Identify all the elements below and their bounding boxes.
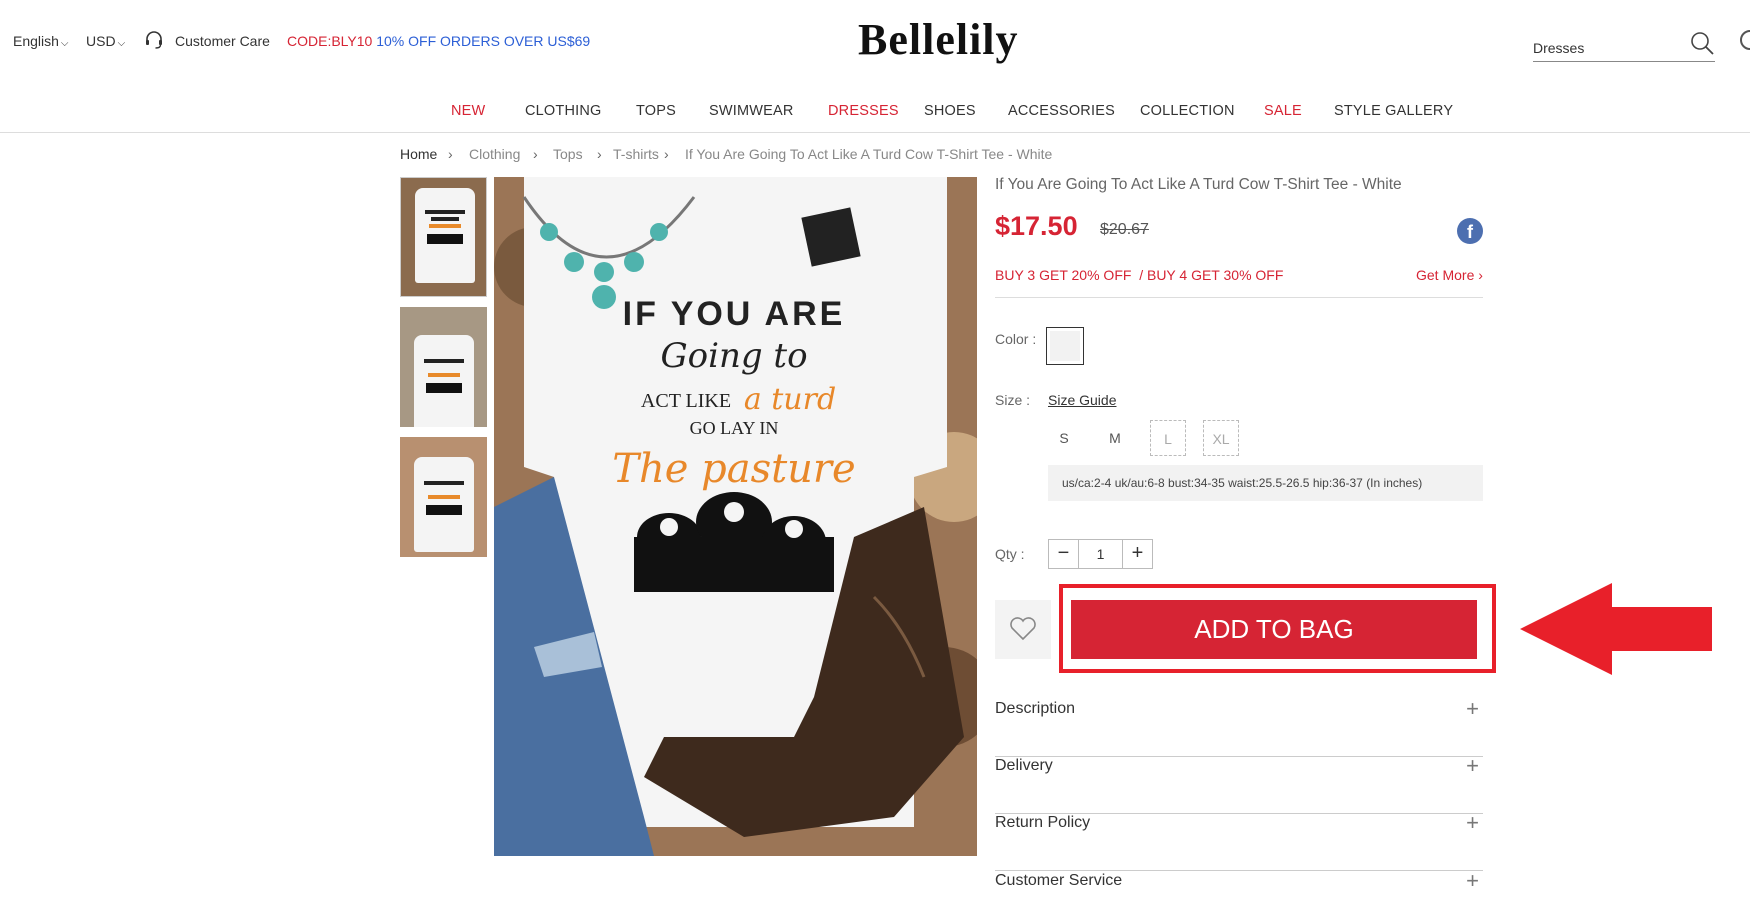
accordion-title: Description: [995, 700, 1076, 717]
breadcrumb-current: If You Are Going To Act Like A Turd Cow …: [685, 146, 1053, 162]
qty-input[interactable]: [1079, 540, 1122, 568]
nav-item-collection[interactable]: COLLECTION: [1140, 103, 1235, 119]
size-option-xl[interactable]: XL: [1203, 420, 1239, 456]
language-label: English: [13, 33, 59, 49]
accordion-customer-service[interactable]: Customer Service +: [995, 868, 1483, 898]
search-input[interactable]: [1533, 36, 1683, 60]
original-price: $20.67: [1100, 221, 1149, 238]
nav-item-accessories[interactable]: ACCESSORIES: [1008, 103, 1115, 119]
shirt-print-icon: [424, 359, 464, 393]
annotation-arrow-icon: [1520, 583, 1712, 675]
thumbnail-3[interactable]: [400, 437, 487, 557]
bundle-offer: BUY 3 GET 20% OFF / BUY 4 GET 30% OFF: [995, 267, 1284, 283]
size-option-l[interactable]: L: [1150, 420, 1186, 456]
plus-icon: +: [1466, 696, 1479, 721]
qty-label: Qty :: [995, 546, 1025, 562]
promo-banner[interactable]: CODE:BLY10 10% OFF ORDERS OVER US$69: [287, 33, 590, 49]
search-icon[interactable]: [1689, 30, 1715, 56]
print-line-1: IF YOU ARE: [623, 295, 846, 333]
size-measurements: us/ca:2-4 uk/au:6-8 bust:34-35 waist:25.…: [1048, 465, 1483, 501]
nav-item-dresses[interactable]: DRESSES: [828, 103, 899, 119]
nav-item-swimwear[interactable]: SWIMWEAR: [709, 103, 794, 119]
plus-icon: +: [1466, 810, 1479, 835]
accordion-title: Delivery: [995, 757, 1053, 774]
facebook-icon[interactable]: f: [1457, 218, 1483, 244]
wishlist-button[interactable]: [995, 600, 1051, 659]
promo-code: CODE:BLY10: [287, 33, 373, 49]
account-icon[interactable]: [1740, 30, 1750, 50]
chevron-right-icon: ›: [1478, 267, 1483, 283]
product-photo: IF YOU ARE Going to ACT LIKE a turd GO L…: [494, 177, 977, 856]
thumbnail-2[interactable]: [400, 307, 487, 427]
print-line-3a: ACT LIKE: [641, 390, 731, 412]
accordion-title: Customer Service: [995, 872, 1123, 889]
size-option-s[interactable]: S: [1046, 420, 1082, 456]
plus-icon: +: [1466, 753, 1479, 778]
get-more-label: Get More: [1416, 267, 1475, 283]
qty-increase-button[interactable]: +: [1122, 540, 1152, 568]
accordion-description[interactable]: Description +: [995, 696, 1483, 757]
nav-item-clothing[interactable]: CLOTHING: [525, 103, 602, 119]
breadcrumb-tops[interactable]: Tops: [553, 146, 583, 162]
current-price: $17.50: [995, 211, 1078, 241]
shirt-print-icon: [424, 481, 464, 515]
promo-text: 10% OFF ORDERS OVER US$69: [376, 33, 591, 49]
chevron-right-icon: ›: [664, 146, 669, 162]
get-more-link[interactable]: Get More ›: [1416, 267, 1483, 283]
customer-care-link[interactable]: Customer Care: [175, 33, 270, 49]
chevron-right-icon: ›: [448, 146, 453, 162]
print-line-5: The pasture: [612, 446, 855, 492]
currency-label: USD: [86, 33, 116, 49]
main-nav: NEW CLOTHING TOPS SWIMWEAR DRESSES SHOES…: [0, 100, 1750, 133]
divider: [995, 297, 1483, 298]
heart-icon: [1010, 617, 1036, 641]
size-guide-link[interactable]: Size Guide: [1048, 392, 1116, 408]
plus-icon: +: [1466, 868, 1479, 893]
breadcrumb-tshirts[interactable]: T-shirts: [613, 146, 659, 162]
accordion-title: Return Policy: [995, 814, 1091, 831]
language-selector[interactable]: English ⌵: [13, 33, 69, 49]
breadcrumb-clothing[interactable]: Clothing: [469, 146, 520, 162]
headset-icon: [146, 31, 162, 49]
main-product-image[interactable]: IF YOU ARE Going to ACT LIKE a turd GO L…: [494, 177, 977, 856]
accordion-delivery[interactable]: Delivery +: [995, 753, 1483, 814]
nav-item-new[interactable]: NEW: [451, 103, 485, 119]
color-swatch-white[interactable]: [1046, 327, 1084, 365]
nav-item-shoes[interactable]: SHOES: [924, 103, 976, 119]
color-label: Color :: [995, 331, 1037, 347]
print-line-3b: a turd: [744, 382, 836, 417]
breadcrumb-home[interactable]: Home: [400, 146, 437, 162]
size-option-m[interactable]: M: [1097, 420, 1133, 456]
thumbnail-1[interactable]: [400, 177, 487, 297]
chevron-right-icon: ›: [533, 146, 538, 162]
qty-decrease-button[interactable]: −: [1049, 540, 1079, 568]
chevron-down-icon: ⌵: [117, 38, 126, 49]
accordion-return-policy[interactable]: Return Policy +: [995, 810, 1483, 871]
site-logo[interactable]: Bellelily: [858, 14, 1019, 65]
print-line-4: GO LAY IN: [690, 418, 779, 438]
product-title: If You Are Going To Act Like A Turd Cow …: [995, 176, 1402, 193]
shirt-print-icon: [425, 210, 465, 244]
annotation-highlight-box: [1059, 584, 1496, 673]
chevron-down-icon: ⌵: [60, 38, 69, 49]
size-label: Size :: [995, 392, 1031, 408]
chevron-right-icon: ›: [597, 146, 602, 162]
nav-item-style-gallery[interactable]: STYLE GALLERY: [1334, 103, 1453, 119]
search-box[interactable]: [1533, 32, 1715, 62]
nav-item-sale[interactable]: SALE: [1264, 103, 1302, 119]
nav-item-tops[interactable]: TOPS: [636, 103, 676, 119]
top-bar: English ⌵ USD ⌵ Customer Care CODE:BLY10 1…: [0, 0, 1750, 80]
print-line-2: Going to: [660, 336, 807, 376]
quantity-stepper: − +: [1048, 539, 1153, 569]
currency-selector[interactable]: USD ⌵: [86, 33, 125, 49]
